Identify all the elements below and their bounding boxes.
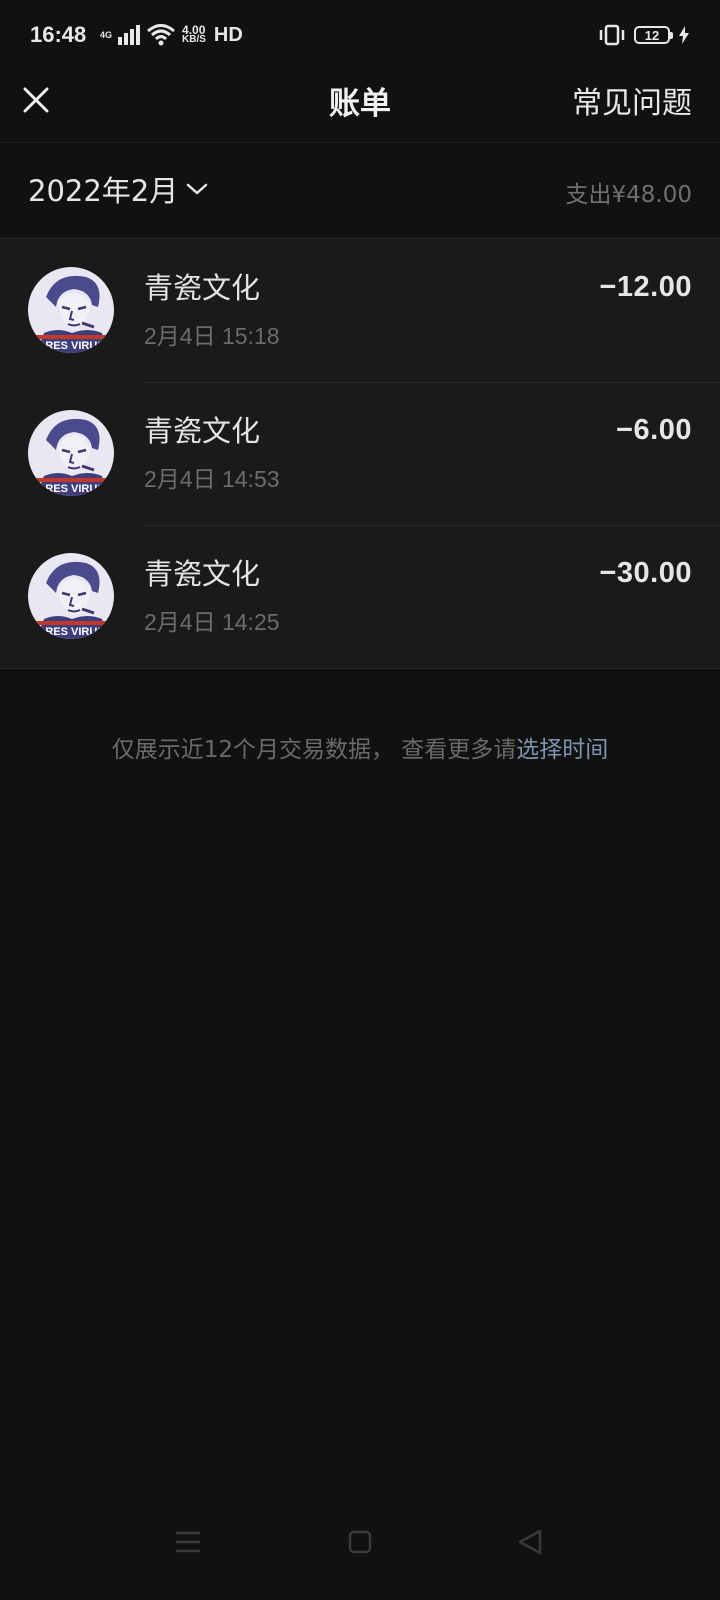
transaction-row[interactable]: ARES VIRUS 青瓷文化 2月4日 14:25 −30.00 xyxy=(0,525,720,668)
status-time: 16:48 xyxy=(30,22,87,47)
transaction-list: ARES VIRUS 青瓷文化 2月4日 15:18 −12.00 ARES V… xyxy=(0,239,720,669)
wifi-icon xyxy=(147,24,175,46)
back-triangle-icon xyxy=(518,1529,542,1555)
transaction-amount: −6.00 xyxy=(616,414,692,446)
month-label: 2022年2月 xyxy=(28,174,179,208)
vibrate-icon xyxy=(599,24,625,46)
merchant-name: 青瓷文化 xyxy=(144,414,261,448)
history-note: 仅展示近12个月交易数据， 查看更多请选择时间 xyxy=(0,730,720,764)
back-button[interactable] xyxy=(510,1522,550,1562)
expense-label: 支出 xyxy=(565,182,612,208)
hd-label: HD xyxy=(213,23,243,46)
expense-total: ¥48.00 xyxy=(611,182,692,208)
merchant-avatar: ARES VIRUS xyxy=(28,410,114,496)
header: 账单 常见问题 xyxy=(0,72,720,143)
home-square-icon xyxy=(348,1530,372,1554)
transaction-time: 2月4日 15:18 xyxy=(144,323,280,349)
network-speed: 4.00 KB/S xyxy=(182,23,206,45)
menu-button[interactable] xyxy=(168,1522,208,1562)
transaction-time: 2月4日 14:53 xyxy=(144,466,280,492)
transaction-amount: −30.00 xyxy=(599,557,692,589)
svg-text:ARES VIRUS: ARES VIRUS xyxy=(37,483,104,495)
status-bar: 16:48 4G 4.00 KB/S HD 12 xyxy=(0,0,720,72)
svg-text:ARES VIRUS: ARES VIRUS xyxy=(37,626,104,638)
select-time-link[interactable]: 选择时间 xyxy=(516,737,608,763)
status-right-icons: 12 xyxy=(598,22,690,48)
transaction-row[interactable]: ARES VIRUS 青瓷文化 2月4日 15:18 −12.00 xyxy=(0,239,720,382)
merchant-avatar: ARES VIRUS xyxy=(28,553,114,639)
system-nav-bar xyxy=(0,1500,720,1600)
network-type: 4G xyxy=(100,30,113,40)
menu-icon xyxy=(176,1531,200,1553)
month-selector[interactable]: 2022年2月 xyxy=(28,169,208,209)
home-button[interactable] xyxy=(340,1522,380,1562)
status-left-icons: 4G 4.00 KB/S HD xyxy=(100,22,243,48)
transaction-amount: −12.00 xyxy=(599,271,692,303)
charging-icon xyxy=(679,26,689,44)
faq-link[interactable]: 常见问题 xyxy=(572,78,692,122)
transaction-time: 2月4日 14:25 xyxy=(144,609,280,635)
transaction-row[interactable]: ARES VIRUS 青瓷文化 2月4日 14:53 −6.00 xyxy=(0,382,720,525)
merchant-avatar: ARES VIRUS xyxy=(28,267,114,353)
cellular-signal-icon xyxy=(118,25,141,45)
month-summary-bar: 2022年2月 支出¥48.00 xyxy=(0,143,720,239)
merchant-name: 青瓷文化 xyxy=(144,557,261,591)
merchant-name: 青瓷文化 xyxy=(144,271,261,305)
svg-text:ARES VIRUS: ARES VIRUS xyxy=(37,340,104,352)
battery-indicator: 12 xyxy=(634,26,673,44)
history-note-text: 仅展示近12个月交易数据， 查看更多请 xyxy=(111,737,517,763)
chevron-down-icon xyxy=(187,183,208,195)
total-expense: 支出¥48.00 xyxy=(566,175,692,209)
